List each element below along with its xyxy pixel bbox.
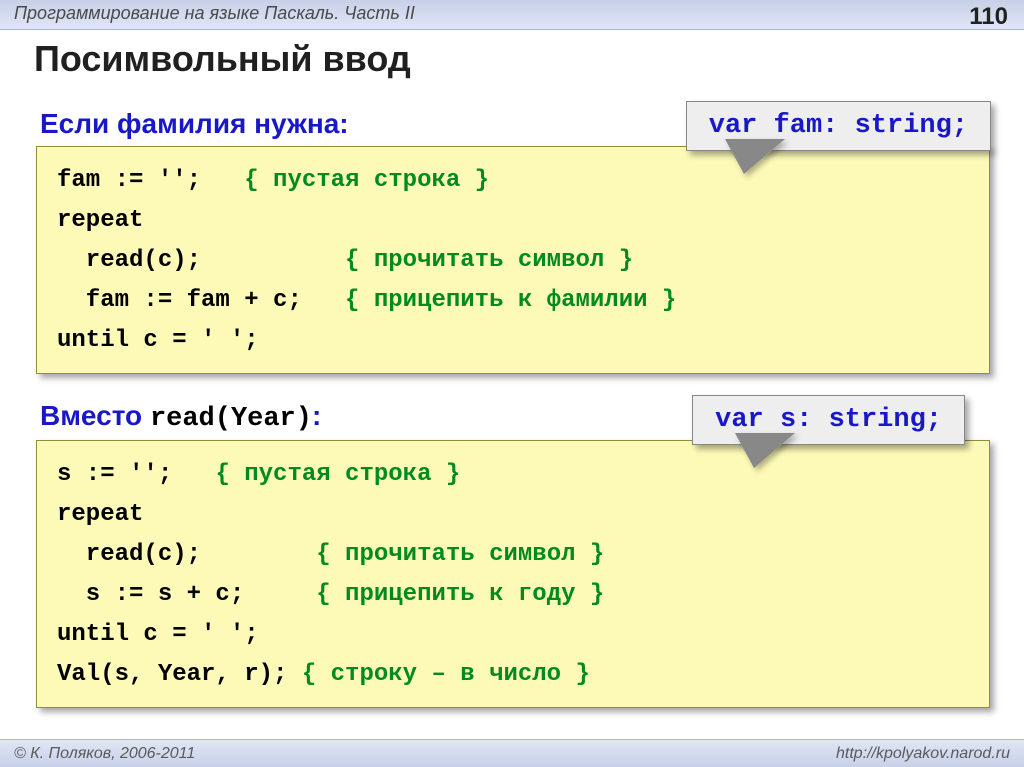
- code-comment: { прицепить к году }: [316, 581, 604, 608]
- code-comment: { строку – в число }: [302, 661, 590, 688]
- code-text: repeat: [57, 207, 143, 234]
- code-line: s := s + c; { прицепить к году }: [57, 575, 969, 615]
- callout-tail-icon: [736, 434, 794, 468]
- footer-bar: © К. Поляков, 2006-2011 http://kpolyakov…: [0, 739, 1024, 767]
- code-line: repeat: [57, 201, 969, 241]
- code-comment: { прочитать символ }: [345, 247, 633, 274]
- code-text: until c = ' ';: [57, 327, 259, 354]
- slide: Программирование на языке Паскаль. Часть…: [0, 0, 1024, 767]
- section2-heading-pre: Вместо: [40, 400, 150, 431]
- code-line: read(c); { прочитать символ }: [57, 535, 969, 575]
- slide-title: Посимвольный ввод: [34, 38, 411, 80]
- callout-1: var fam: string;: [686, 101, 991, 151]
- code-comment: { пустая строка }: [215, 461, 460, 488]
- page-number: 110: [969, 3, 1014, 31]
- code-comment: { пустая строка }: [244, 167, 489, 194]
- code-text: s := '';: [57, 461, 215, 488]
- header-bar: Программирование на языке Паскаль. Часть…: [0, 0, 1024, 30]
- code-line: read(c); { прочитать символ }: [57, 241, 969, 281]
- code-text: fam := '';: [57, 167, 244, 194]
- code-line: Val(s, Year, r); { строку – в число }: [57, 655, 969, 695]
- code-text: read(c);: [57, 247, 345, 274]
- code-line: fam := fam + c; { прицепить к фамилии }: [57, 281, 969, 321]
- callout-tail-icon: [726, 140, 784, 174]
- code-line: fam := ''; { пустая строка }: [57, 161, 969, 201]
- code-comment: { прочитать символ }: [316, 541, 604, 568]
- code-box-1: var fam: string; fam := ''; { пустая стр…: [36, 146, 990, 374]
- header-title: Программирование на языке Паскаль. Часть…: [14, 3, 415, 24]
- content: Если фамилия нужна: var fam: string; fam…: [36, 100, 990, 734]
- code-text: Val(s, Year, r);: [57, 661, 302, 688]
- code-line: repeat: [57, 495, 969, 535]
- code-comment: { прицепить к фамилии }: [345, 287, 676, 314]
- code-text: fam := fam + c;: [57, 287, 345, 314]
- code-text: s := s + c;: [57, 581, 316, 608]
- footer-left: © К. Поляков, 2006-2011: [14, 745, 195, 763]
- footer-right: http://kpolyakov.narod.ru: [836, 745, 1010, 763]
- code-text: repeat: [57, 501, 143, 528]
- callout-2: var s: string;: [692, 395, 965, 445]
- callout-2-text: var s: string;: [692, 395, 965, 445]
- code-text: read(c);: [57, 541, 316, 568]
- code-box-2: var s: string; s := ''; { пустая строка …: [36, 440, 990, 708]
- code-line: until c = ' ';: [57, 321, 969, 361]
- section2-heading-code: read(Year): [150, 404, 312, 434]
- code-text: until c = ' ';: [57, 621, 259, 648]
- code-line: s := ''; { пустая строка }: [57, 455, 969, 495]
- code-line: until c = ' ';: [57, 615, 969, 655]
- section2-heading-post: :: [312, 400, 321, 431]
